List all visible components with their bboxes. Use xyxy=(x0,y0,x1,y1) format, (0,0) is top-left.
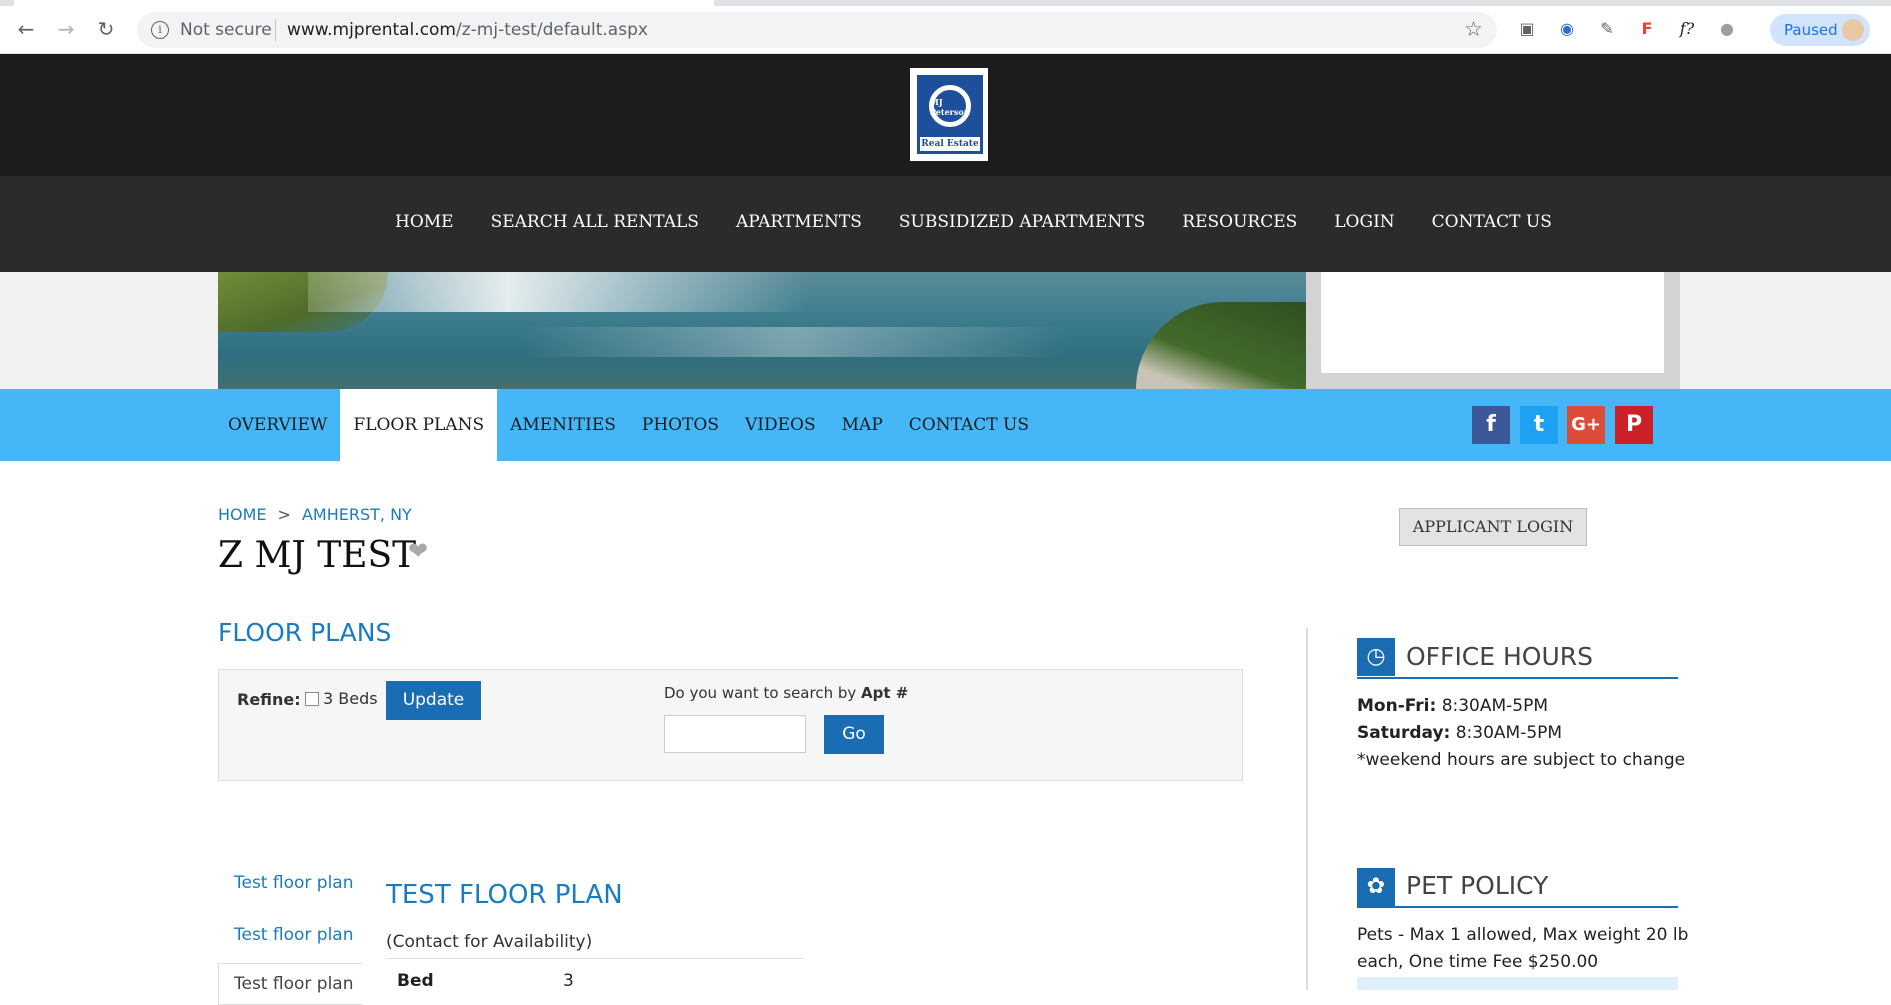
nav-login[interactable]: LOGIN xyxy=(1334,212,1394,232)
banner-river-foam xyxy=(518,327,1068,357)
tab-photos[interactable]: PHOTOS xyxy=(629,389,732,461)
favorite-heart-icon[interactable]: ❤ xyxy=(408,537,428,565)
not-secure-label: Not secure xyxy=(180,20,272,40)
update-button[interactable]: Update xyxy=(386,681,481,720)
pet-policy-line2: each, One time Fee $250.00 xyxy=(1357,952,1599,972)
bed-value: 3 xyxy=(563,971,574,991)
tab-strip xyxy=(0,0,1891,6)
f-extension-icon[interactable]: F xyxy=(1636,18,1658,40)
breadcrumb-home[interactable]: HOME xyxy=(218,505,267,524)
nav-subsidized-apartments[interactable]: SUBSIDIZED APARTMENTS xyxy=(899,212,1145,232)
go-button[interactable]: Go xyxy=(824,715,884,754)
paused-label: Paused xyxy=(1784,21,1838,39)
three-beds-checkbox[interactable] xyxy=(305,692,319,706)
floor-plan-tab-active[interactable]: Test floor plan xyxy=(234,974,354,994)
apt-number-input[interactable] xyxy=(664,715,806,753)
applicant-login-button[interactable]: APPLICANT LOGIN xyxy=(1399,508,1587,546)
plan-divider xyxy=(386,958,804,959)
weekday-label: Mon-Fri: xyxy=(1357,696,1437,716)
nav-apartments[interactable]: APARTMENTS xyxy=(736,212,862,232)
tab-map[interactable]: MAP xyxy=(829,389,896,461)
office-hours-underline xyxy=(1357,677,1678,679)
weekday-hours: Mon-Fri: 8:30AM-5PM xyxy=(1357,696,1548,716)
nav-resources[interactable]: RESOURCES xyxy=(1182,212,1297,232)
refine-label: Refine: xyxy=(237,690,301,709)
tab-amenities[interactable]: AMENITIES xyxy=(497,389,629,461)
tab-contact-us[interactable]: CONTACT US xyxy=(896,389,1042,461)
twitter-icon[interactable]: t xyxy=(1520,406,1558,444)
floor-plans-heading: FLOOR PLANS xyxy=(218,618,392,647)
breadcrumb: HOME > AMHERST, NY xyxy=(218,505,412,524)
property-subnav: OVERVIEW FLOOR PLANS AMENITIES PHOTOS VI… xyxy=(0,389,1891,461)
tab-videos[interactable]: VIDEOS xyxy=(732,389,829,461)
facebook-icon[interactable]: f xyxy=(1472,406,1510,444)
bookmark-star-icon[interactable]: ☆ xyxy=(1464,17,1483,41)
floor-plan-title: TEST FLOOR PLAN xyxy=(386,880,623,910)
banner-foliage-right xyxy=(1136,302,1306,389)
content-divider xyxy=(1306,628,1308,990)
omnibox-separator xyxy=(275,19,276,41)
banner-waterfall-foam xyxy=(308,272,808,312)
forward-icon[interactable]: → xyxy=(54,17,78,41)
weekday-hours-value: 8:30AM-5PM xyxy=(1436,696,1549,716)
url-text[interactable]: www.mjprental.com/z-mj-test/default.aspx xyxy=(287,20,648,40)
saturday-label: Saturday: xyxy=(1357,723,1451,743)
tab-overview[interactable]: OVERVIEW xyxy=(218,389,340,461)
info-icon[interactable]: i xyxy=(151,21,169,39)
three-beds-label[interactable]: 3 Beds xyxy=(323,689,378,708)
logo-mark: MJ Peterson Real Estate xyxy=(917,75,983,154)
floor-plan-tab[interactable]: Test floor plan xyxy=(234,873,354,893)
palette-icon[interactable]: ● xyxy=(1716,18,1738,40)
url-path: /z-mj-test/default.aspx xyxy=(456,20,648,40)
pet-policy-underline xyxy=(1357,906,1678,908)
availability-text: (Contact for Availability) xyxy=(386,932,593,952)
pet-policy-title: PET POLICY xyxy=(1406,871,1549,900)
bed-label: Bed xyxy=(397,971,434,991)
pet-policy-next-box xyxy=(1357,977,1678,990)
reload-icon[interactable]: ↻ xyxy=(94,17,118,41)
breadcrumb-separator: > xyxy=(277,505,291,524)
nav-home[interactable]: HOME xyxy=(395,212,454,232)
back-icon[interactable]: ← xyxy=(14,17,38,41)
logo-real-estate-text: Real Estate xyxy=(920,137,980,151)
page-title: Z MJ TEST xyxy=(218,535,417,576)
banner-image xyxy=(218,272,1306,389)
nav-search-all-rentals[interactable]: SEARCH ALL RENTALS xyxy=(491,212,699,232)
active-tab[interactable] xyxy=(14,0,714,6)
floor-plan-tab[interactable]: Test floor plan xyxy=(234,925,354,945)
clock-icon: ◷ xyxy=(1357,638,1395,676)
google-plus-icon[interactable]: G+ xyxy=(1567,406,1605,444)
saturday-hours: Saturday: 8:30AM-5PM xyxy=(1357,723,1562,743)
apt-question-text: Do you want to search by xyxy=(664,684,862,702)
site-header: MJ Peterson Real Estate xyxy=(0,54,1891,176)
office-hours-title: OFFICE HOURS xyxy=(1406,642,1594,671)
logo[interactable]: MJ Peterson Real Estate xyxy=(910,68,988,161)
tab-floor-plans[interactable]: FLOOR PLANS xyxy=(340,389,498,461)
cast-icon[interactable]: ▣ xyxy=(1516,18,1538,40)
nav-contact-us[interactable]: CONTACT US xyxy=(1432,212,1552,232)
pet-policy-line1: Pets - Max 1 allowed, Max weight 20 lb xyxy=(1357,925,1689,945)
font-finder-icon[interactable]: f? xyxy=(1676,18,1698,40)
weekend-note: *weekend hours are subject to change xyxy=(1357,750,1686,770)
address-bar[interactable]: i Not secure www.mjprental.com/z-mj-test… xyxy=(137,12,1497,48)
breadcrumb-city[interactable]: AMHERST, NY xyxy=(302,505,412,524)
url-host: www.mjprental.com xyxy=(287,20,456,40)
main-nav: HOME SEARCH ALL RENTALS APARTMENTS SUBSI… xyxy=(0,176,1891,272)
pinterest-icon[interactable]: P xyxy=(1615,406,1653,444)
apt-question-bold: Apt # xyxy=(861,684,909,702)
apt-search-question: Do you want to search by Apt # xyxy=(664,684,908,702)
profile-paused-button[interactable]: Paused xyxy=(1770,14,1870,46)
avatar xyxy=(1842,19,1864,41)
eyedropper-icon[interactable]: ✎ xyxy=(1596,18,1618,40)
side-box xyxy=(1321,272,1664,373)
paw-icon: ✿ xyxy=(1357,868,1395,906)
extension-circle-icon[interactable]: ◉ xyxy=(1556,18,1578,40)
browser-toolbar: ← → ↻ i Not secure www.mjprental.com/z-m… xyxy=(0,0,1891,54)
saturday-hours-value: 8:30AM-5PM xyxy=(1450,723,1563,743)
logo-mj-text: MJ Peterson xyxy=(930,97,970,117)
